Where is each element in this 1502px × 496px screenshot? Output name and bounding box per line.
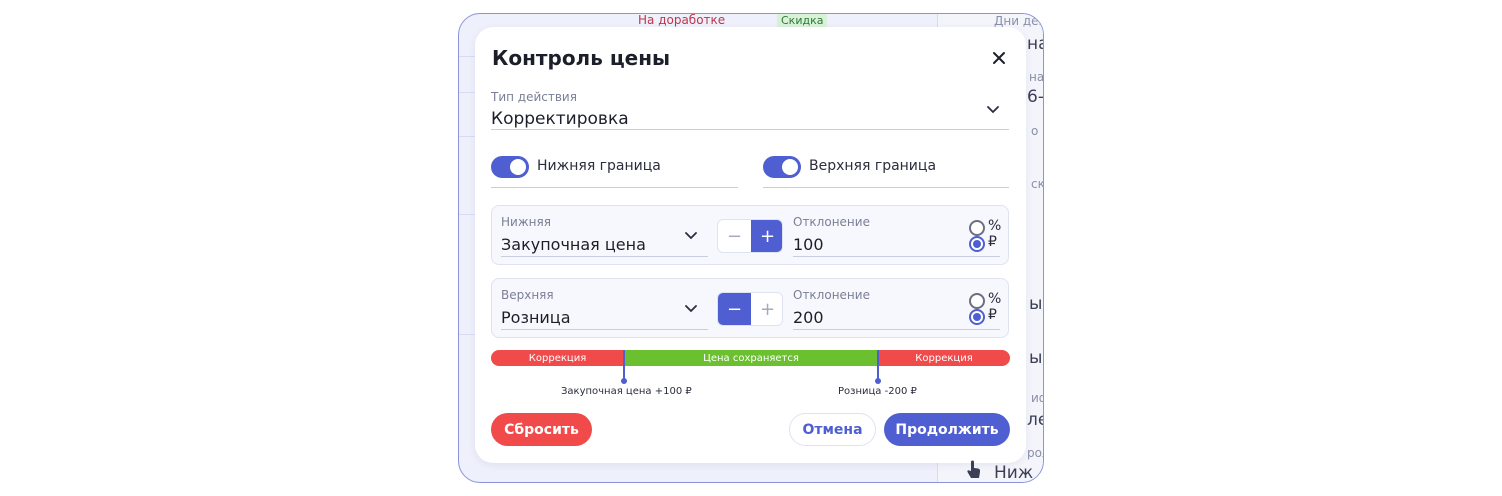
upper-unit-percent-radio[interactable]: [969, 293, 985, 309]
upper-deviation-input[interactable]: 200: [793, 308, 824, 327]
upper-sign-stepper: − +: [717, 292, 783, 326]
ruble-label: ₽: [988, 307, 997, 323]
lower-deviation-input[interactable]: 100: [793, 235, 824, 254]
field-underline: [793, 329, 1000, 330]
upper-marker-dot: [875, 378, 881, 384]
scale-price-kept: Цена сохраняется: [624, 350, 878, 366]
cancel-button[interactable]: Отмена: [789, 413, 876, 446]
lower-marker-dot: [621, 378, 627, 384]
status-badge: На доработке: [638, 13, 726, 27]
bg-text: ые: [1029, 348, 1043, 368]
field-underline: [793, 256, 1000, 257]
action-type-value: Корректировка: [491, 109, 629, 129]
ruble-label: ₽: [988, 234, 997, 250]
lower-bound-card: Нижняя Закупочная цена − + Отклонение 10…: [491, 205, 1009, 265]
minus-button[interactable]: −: [718, 293, 751, 325]
discount-badge: Скидка: [777, 14, 828, 28]
action-type-label: Тип действия: [491, 90, 577, 104]
toggle-knob: [782, 159, 798, 175]
upper-marker-label: Розница -200 ₽: [838, 386, 917, 397]
bg-text: ые: [1029, 294, 1043, 314]
field-underline: [763, 187, 1009, 188]
lower-marker-line: [623, 350, 625, 380]
bg-text: Дни дей: [994, 14, 1044, 28]
close-icon[interactable]: [990, 49, 1008, 67]
bg-text: 6-0: [1027, 87, 1044, 107]
lower-deviation-label: Отклонение: [793, 215, 870, 229]
field-underline: [491, 187, 738, 188]
hand-cursor-icon: [967, 460, 981, 478]
dialog-title: Контроль цены: [492, 46, 671, 70]
scale-left-correction: Коррекция: [491, 350, 624, 366]
upper-bound-card: Верхняя Розница − + Отклонение 200 % ₽: [491, 278, 1009, 338]
bg-text: нас: [1027, 34, 1043, 54]
chevron-down-icon[interactable]: [987, 106, 999, 114]
upper-base-select[interactable]: Розница: [501, 308, 571, 327]
upper-bound-toggle[interactable]: [763, 156, 801, 178]
scale-right-correction: Коррекция: [878, 350, 1010, 366]
bg-text: Ниж: [994, 463, 1034, 483]
upper-marker-line: [877, 350, 879, 380]
lower-marker-label: Закупочная цена +100 ₽: [561, 386, 692, 397]
lower-bound-toggle[interactable]: [491, 156, 529, 178]
lower-base-label: Нижняя: [501, 215, 551, 229]
price-control-dialog: Контроль цены Тип действия Корректировка…: [475, 27, 1026, 463]
bg-text: нач: [1029, 70, 1044, 84]
continue-button[interactable]: Продолжить: [884, 413, 1010, 446]
upper-unit-ruble-radio[interactable]: [969, 309, 985, 325]
lower-unit-percent-radio[interactable]: [969, 220, 985, 236]
percent-label: %: [988, 218, 1002, 234]
field-underline: [491, 129, 1009, 130]
upper-base-label: Верхняя: [501, 288, 554, 302]
field-underline: [501, 329, 708, 330]
chevron-down-icon[interactable]: [685, 232, 697, 240]
percent-label: %: [988, 291, 1002, 307]
bg-text: рол: [1027, 446, 1043, 460]
chevron-down-icon[interactable]: [685, 305, 697, 313]
bg-text: иф: [1031, 391, 1043, 405]
plus-button[interactable]: +: [751, 293, 782, 325]
toggle-knob: [510, 159, 526, 175]
minus-button[interactable]: −: [718, 220, 751, 252]
upper-deviation-label: Отклонение: [793, 288, 870, 302]
lower-bound-label: Нижняя граница: [537, 158, 661, 174]
bg-text: о: [1031, 124, 1039, 138]
reset-button[interactable]: Сбросить: [491, 413, 592, 446]
lower-unit-ruble-radio[interactable]: [969, 236, 985, 252]
lower-sign-stepper: − +: [717, 219, 783, 253]
upper-bound-label: Верхняя граница: [809, 158, 937, 174]
field-underline: [501, 256, 708, 257]
plus-button[interactable]: +: [751, 220, 782, 252]
lower-base-select[interactable]: Закупочная цена: [501, 235, 646, 254]
bg-text: ск: [1031, 177, 1044, 191]
bg-text: ле: [1027, 410, 1043, 430]
